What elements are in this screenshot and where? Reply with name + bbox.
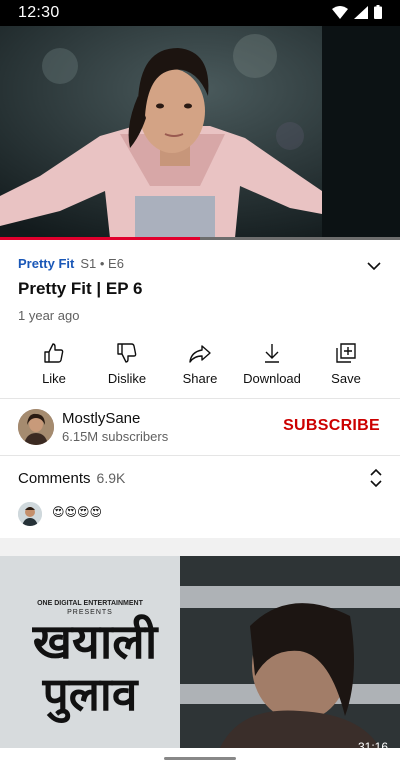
video-progress-fill [0, 237, 200, 240]
channel-name[interactable]: MostlySane [62, 410, 140, 427]
action-row: Like Dislike Share Download Save [0, 340, 400, 388]
status-bar: 12:30 [0, 0, 400, 26]
series-link[interactable]: Pretty Fit [18, 256, 74, 271]
channel-row[interactable]: MostlySane 6.15M subscribers SUBSCRIBE [0, 400, 400, 454]
comments-heading: Comments 6.9K [18, 470, 125, 487]
status-time: 12:30 [18, 4, 60, 21]
share-button[interactable]: Share [160, 340, 240, 386]
save-label: Save [331, 371, 361, 386]
subscriber-count: 6.15M subscribers [62, 429, 169, 444]
video-meta: Pretty Fit S1 • E6 Pretty Fit | EP 6 1 y… [18, 256, 382, 323]
video-duration: 31:16 [357, 740, 388, 748]
home-handle[interactable] [164, 757, 236, 760]
chevron-down-icon[interactable] [366, 258, 382, 274]
series-line: Pretty Fit S1 • E6 [18, 256, 382, 271]
video-frame-illustration [0, 26, 400, 238]
signal-icon [354, 5, 368, 19]
thumbs-up-icon [44, 343, 64, 363]
add-to-playlist-icon [336, 343, 356, 363]
share-label: Share [182, 371, 218, 386]
subscribe-button[interactable]: SUBSCRIBE [283, 417, 380, 435]
video-progress-bar[interactable] [0, 237, 400, 240]
comments-count: 6.9K [96, 470, 126, 486]
episode-label: S1 • E6 [80, 256, 124, 271]
battery-icon [374, 5, 382, 19]
section-gap [0, 538, 400, 556]
gesture-nav-bar [0, 748, 400, 766]
status-icons [332, 5, 382, 19]
save-button[interactable]: Save [306, 340, 386, 386]
thumbnail-caption-top: ONE DIGITAL ENTERTAINMENT [37, 600, 143, 607]
video-player[interactable] [0, 26, 400, 238]
thumbnail-title-line1: खयाली [32, 614, 158, 670]
dislike-button[interactable]: Dislike [87, 340, 167, 386]
commenter-avatar [18, 502, 42, 526]
share-icon [189, 345, 211, 363]
dislike-label: Dislike [107, 371, 147, 386]
download-icon [265, 344, 279, 363]
wifi-icon [332, 5, 348, 19]
like-label: Like [42, 371, 66, 386]
video-age: 1 year ago [18, 308, 80, 323]
comments-label: Comments [18, 470, 91, 487]
expand-collapse-icon[interactable] [368, 468, 384, 488]
thumbs-down-icon [117, 343, 137, 363]
download-button[interactable]: Download [232, 340, 312, 386]
top-comment-text: 😍😍😍😍 [52, 505, 103, 519]
next-video-thumbnail[interactable]: ONE DIGITAL ENTERTAINMENT PRESENTS खयाली… [0, 556, 400, 748]
channel-avatar-image [18, 409, 54, 445]
divider [0, 398, 400, 399]
channel-avatar[interactable] [18, 409, 54, 445]
comments-section[interactable]: Comments 6.9K 😍😍😍😍 [0, 456, 400, 538]
like-button[interactable]: Like [14, 340, 94, 386]
video-title: Pretty Fit | EP 6 [18, 279, 143, 298]
download-label: Download [243, 371, 301, 386]
thumbnail-title-line2: पुलाव [42, 667, 138, 721]
